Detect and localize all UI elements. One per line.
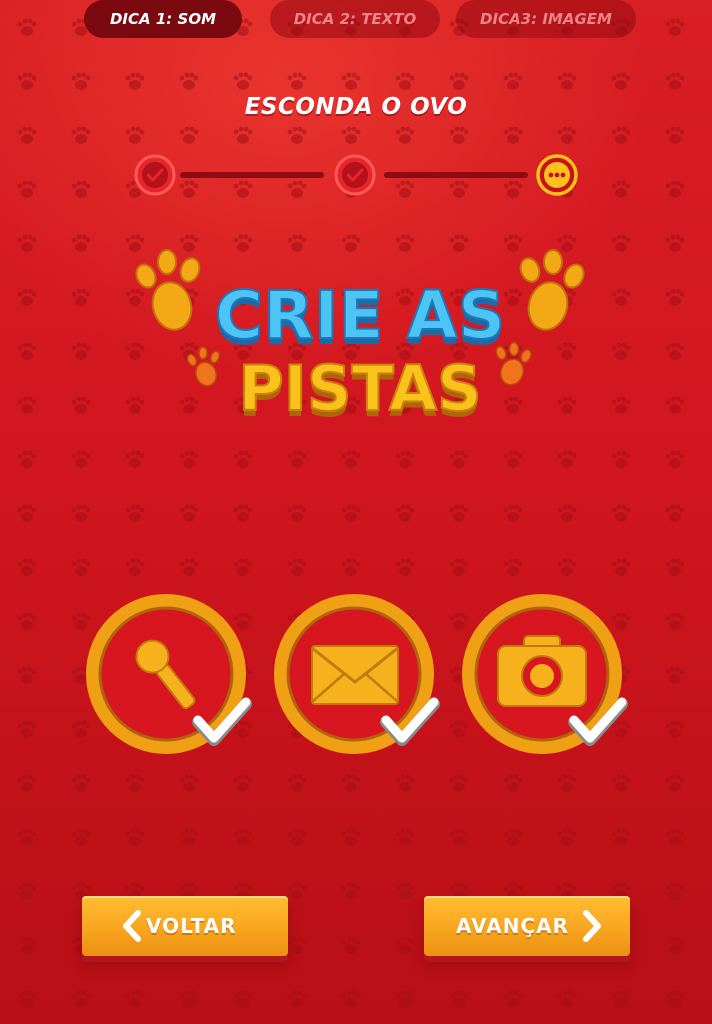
tab-dica-1[interactable]: DICA 1: SOM [84, 0, 242, 38]
hero-line2: PISTAS [238, 352, 481, 425]
camera-icon [497, 635, 587, 707]
progress-step-2 [334, 154, 376, 196]
page-title: ESCONDA O OVO [244, 94, 468, 120]
clue-text-button[interactable] [270, 590, 442, 762]
next-button-label: AVANÇAR [456, 914, 570, 938]
paw-icon [519, 249, 585, 331]
clue-image-button[interactable] [458, 590, 630, 762]
paw-icon [135, 249, 201, 331]
ellipsis-icon [548, 172, 566, 178]
tab-dica-2[interactable]: DICA 2: TEXTO [270, 0, 440, 38]
back-button[interactable]: VOLTAR [82, 896, 288, 956]
next-button[interactable]: AVANÇAR [424, 896, 630, 956]
tab-dica-3[interactable]: DICA3: IMAGEM [456, 0, 636, 38]
chevron-left-icon [123, 910, 141, 942]
back-button-label: VOLTAR [146, 914, 237, 938]
progress-step-1 [134, 154, 176, 196]
clue-sound-button[interactable] [82, 590, 254, 762]
hero-line1: CRIE AS [215, 277, 506, 354]
progress-connector-2 [384, 172, 528, 178]
chevron-right-icon [583, 910, 601, 942]
progress-step-3 [536, 154, 578, 196]
envelope-icon [311, 645, 399, 705]
progress-connector-1 [180, 172, 324, 178]
hero-title-art: CRIE AS CRIE AS PISTAS PISTAS [135, 249, 585, 430]
